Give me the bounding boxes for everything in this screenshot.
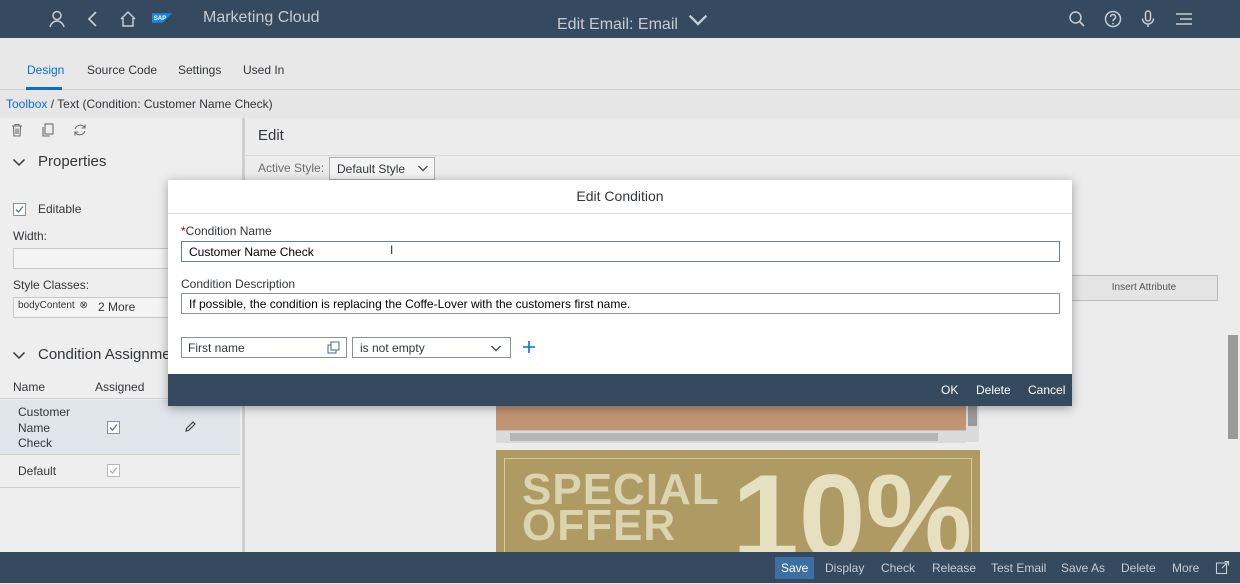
- breadcrumb: Toolbox / Text (Condition: Customer Name…: [6, 97, 273, 111]
- email-promo-banner: SPECIAL OFFER 10%: [496, 450, 980, 577]
- tab-source-code[interactable]: Source Code: [87, 63, 157, 77]
- display-button[interactable]: Display: [825, 561, 864, 575]
- edit-title: Edit: [258, 127, 284, 144]
- tab-design[interactable]: Design: [27, 63, 64, 77]
- save-button[interactable]: Save: [775, 557, 815, 579]
- chevron-down-icon: [490, 342, 502, 354]
- page-scrollbar-thumb[interactable]: [1228, 335, 1238, 439]
- dialog-title: Edit Condition: [168, 180, 1072, 214]
- width-label: Width:: [13, 229, 48, 243]
- operator-select[interactable]: is not empty: [352, 337, 511, 358]
- operator-value: is not empty: [360, 341, 425, 355]
- tab-active-indicator: [26, 87, 62, 90]
- shell-header: SAP Marketing Cloud Edit Email: Email: [0, 0, 1240, 38]
- condition-name-input[interactable]: Customer Name Check: [181, 241, 1060, 262]
- condition-name-label: *Condition Name: [181, 224, 272, 238]
- scrollbar-thumb[interactable]: [510, 433, 938, 441]
- more-tokens-link[interactable]: 2 More: [98, 300, 135, 314]
- horizontal-scrollbar[interactable]: [496, 430, 966, 443]
- divider: [245, 155, 1240, 156]
- insert-attribute-button[interactable]: Insert Attribute: [1070, 275, 1218, 301]
- active-style-value: Default Style: [337, 162, 406, 176]
- page-title-text: Edit Email: Email: [557, 16, 678, 33]
- app-name: Marketing Cloud: [203, 9, 320, 26]
- more-button[interactable]: More: [1172, 561, 1199, 575]
- search-icon[interactable]: [1067, 9, 1087, 29]
- footer-toolbar: Save Display Check Release Test Email Sa…: [0, 552, 1240, 583]
- promo-heading: SPECIAL OFFER: [522, 468, 720, 548]
- page-title[interactable]: Edit Email: Email: [557, 9, 708, 34]
- value-help-icon[interactable]: [327, 341, 340, 354]
- column-header-name: Name: [13, 380, 46, 394]
- refresh-icon[interactable]: [72, 122, 88, 138]
- delete-button[interactable]: Delete: [1121, 561, 1156, 575]
- active-style-label: Active Style:: [258, 161, 325, 175]
- breadcrumb-link-toolbox[interactable]: Toolbox: [6, 97, 47, 111]
- menu-icon[interactable]: [1174, 9, 1194, 29]
- attribute-value: First name: [188, 341, 245, 355]
- email-preview-block: [496, 404, 966, 430]
- tab-settings[interactable]: Settings: [178, 63, 221, 77]
- test-email-button[interactable]: Test Email: [991, 561, 1046, 575]
- condition-name-value: Customer Name Check: [189, 245, 314, 259]
- divider: [0, 487, 240, 488]
- active-style-select[interactable]: Default Style: [329, 157, 435, 180]
- assigned-checkbox[interactable]: [107, 464, 120, 477]
- add-condition-icon[interactable]: [520, 338, 538, 356]
- row-name: Customer Name Check: [18, 405, 71, 450]
- user-icon[interactable]: [47, 9, 67, 29]
- cancel-button[interactable]: Cancel: [1028, 383, 1065, 397]
- condition-description-input[interactable]: If possible, the condition is replacing …: [181, 293, 1060, 314]
- row-name: Default: [18, 464, 57, 478]
- editable-label: Editable: [38, 202, 82, 216]
- copy-icon[interactable]: [40, 122, 56, 138]
- ok-button[interactable]: OK: [941, 383, 958, 397]
- tab-bar: Design Source Code Settings Used In: [0, 38, 1240, 90]
- column-header-assigned: Assigned: [95, 380, 145, 394]
- style-class-token-label: bodyContent: [18, 300, 75, 311]
- save-as-button[interactable]: Save As: [1061, 561, 1105, 575]
- chevron-down-icon: [688, 9, 708, 34]
- help-icon[interactable]: [1103, 9, 1123, 29]
- check-button[interactable]: Check: [881, 561, 915, 575]
- properties-title: Properties: [38, 153, 107, 170]
- condition-name-label-text: Condition Name: [185, 224, 272, 238]
- attribute-field[interactable]: First name: [181, 337, 347, 358]
- delete-button[interactable]: Delete: [976, 383, 1011, 397]
- style-classes-label: Style Classes:: [13, 278, 90, 292]
- token-remove-icon[interactable]: ⊗: [80, 300, 88, 311]
- tab-used-in[interactable]: Used In: [243, 63, 284, 77]
- chevron-down-icon[interactable]: [12, 155, 26, 169]
- sap-logo: SAP: [152, 8, 198, 30]
- breadcrumb-current: Text (Condition: Customer Name Check): [57, 97, 273, 111]
- svg-text:SAP: SAP: [154, 15, 167, 22]
- scrollbar-thumb[interactable]: [968, 404, 977, 426]
- dialog-footer: OK Delete Cancel: [168, 374, 1072, 406]
- condition-description-value: If possible, the condition is replacing …: [189, 297, 631, 311]
- edit-pencil-icon[interactable]: [184, 420, 197, 433]
- trash-icon[interactable]: [9, 122, 25, 138]
- back-icon[interactable]: [83, 9, 103, 29]
- editable-checkbox[interactable]: [13, 203, 26, 216]
- home-icon[interactable]: [118, 9, 138, 29]
- assigned-checkbox[interactable]: [107, 421, 120, 434]
- chevron-down-icon: [417, 162, 429, 174]
- divider: [0, 454, 240, 455]
- export-icon[interactable]: [1215, 560, 1230, 575]
- release-button[interactable]: Release: [932, 561, 976, 575]
- text-cursor-icon: I: [390, 243, 394, 257]
- chevron-down-icon[interactable]: [12, 348, 26, 362]
- style-class-token[interactable]: bodyContent ⊗: [18, 300, 88, 311]
- vertical-scrollbar[interactable]: [966, 404, 979, 442]
- condition-description-label: Condition Description: [181, 277, 296, 291]
- breadcrumb-separator: /: [47, 97, 58, 111]
- microphone-icon[interactable]: [1138, 9, 1158, 29]
